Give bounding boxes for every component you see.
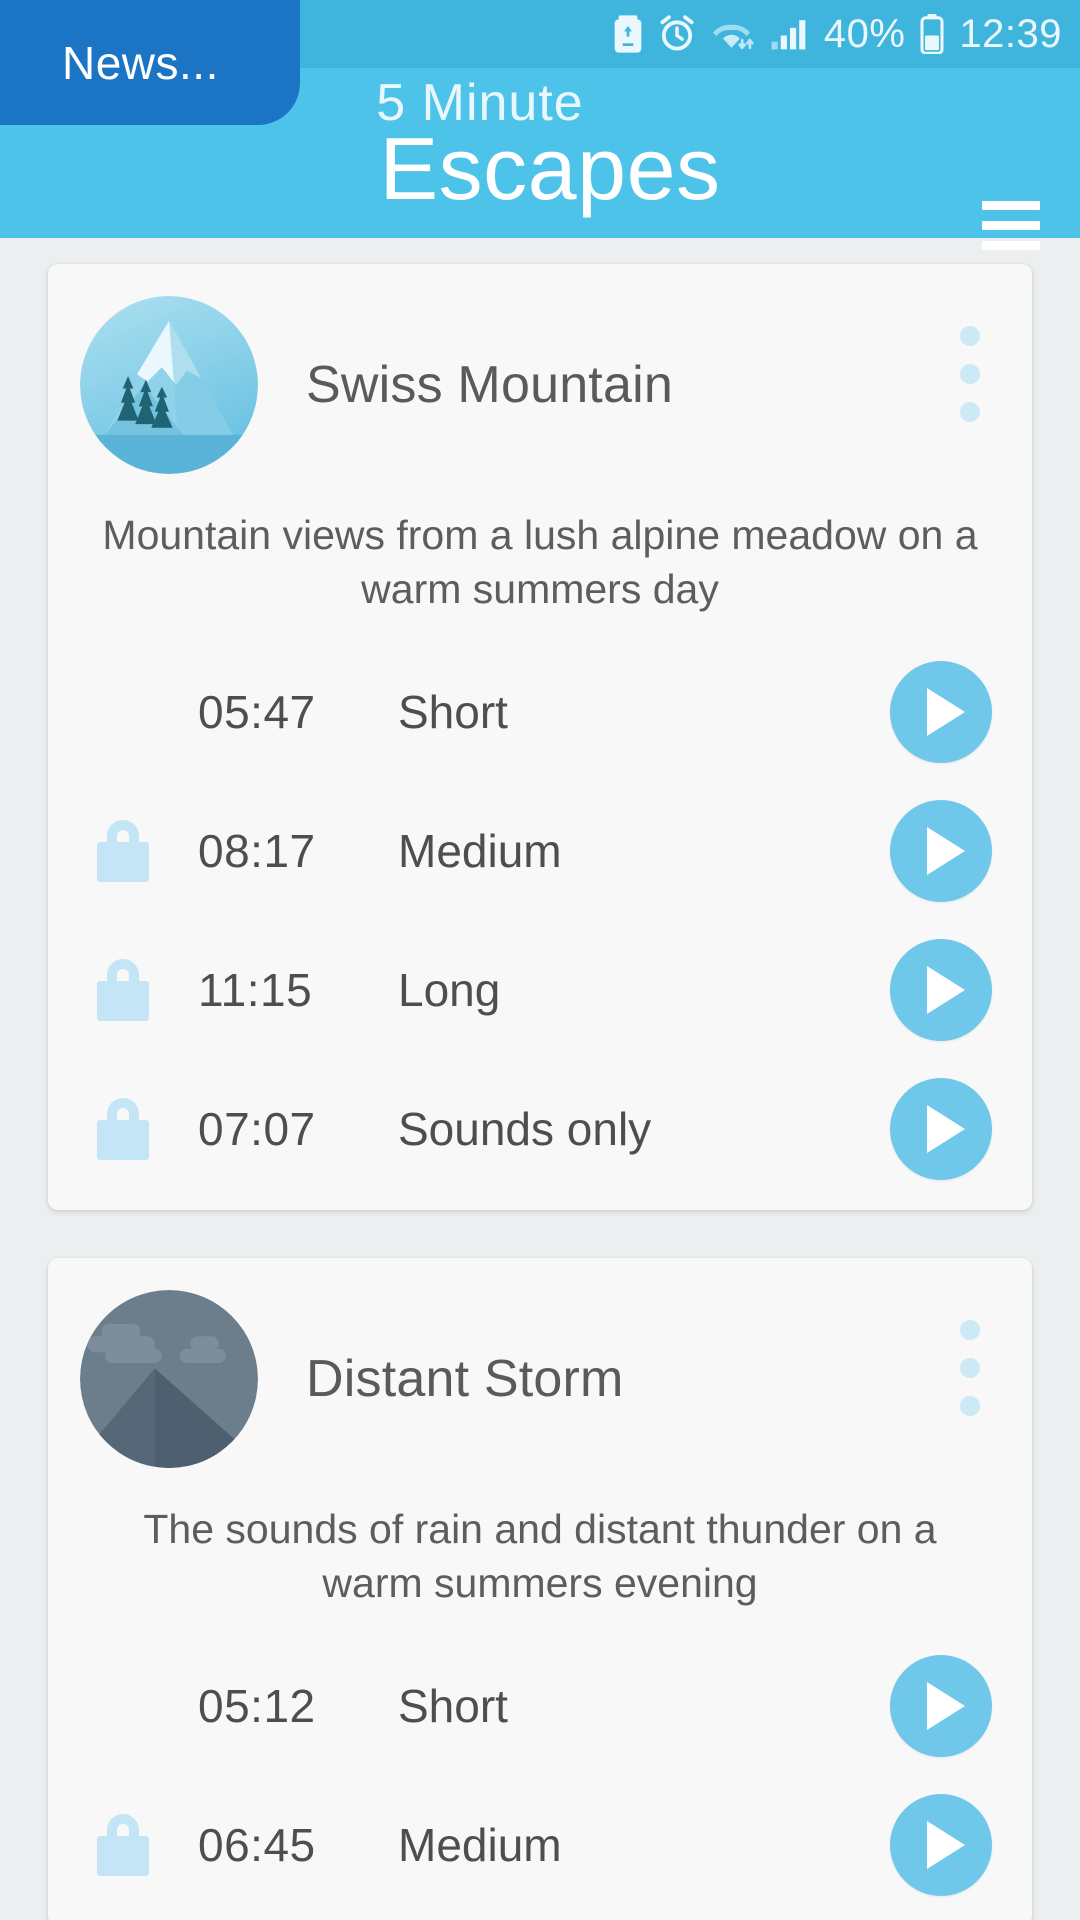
play-icon	[927, 826, 965, 875]
clock-label: 12:39	[959, 11, 1062, 56]
escape-card[interactable]: Distant Storm The sounds of rain and dis…	[48, 1258, 1032, 1920]
play-icon	[927, 1681, 965, 1730]
alarm-icon	[660, 15, 694, 51]
play-button[interactable]	[890, 799, 992, 902]
wifi-icon	[712, 24, 754, 50]
dot	[960, 1358, 980, 1379]
lock-slot	[48, 819, 198, 882]
app-title-line1: 5 Minute	[376, 74, 584, 132]
card-title: Swiss Mountain	[306, 356, 673, 414]
cellular-signal-icon	[771, 20, 806, 50]
dot	[960, 1320, 980, 1341]
card-title: Distant Storm	[306, 1350, 624, 1409]
battery-icon	[920, 14, 944, 54]
play-button[interactable]	[890, 660, 992, 763]
distant-storm-avatar	[80, 1290, 258, 1469]
track-label: Sounds only	[398, 1102, 652, 1155]
news-toast[interactable]: News...	[0, 0, 300, 125]
hamburger-bar	[982, 221, 1040, 230]
track-row[interactable]: 05:47 Short	[48, 642, 1032, 781]
track-row[interactable]: 11:15 Long	[48, 920, 1032, 1059]
track-duration: 06:45	[198, 1818, 316, 1871]
lock-icon	[97, 958, 149, 1021]
play-button[interactable]	[890, 1077, 992, 1180]
track-label: Medium	[398, 824, 562, 877]
dot	[960, 402, 980, 422]
lock-icon	[97, 1097, 149, 1160]
escape-list[interactable]: Swiss Mountain Mountain views from a lus…	[0, 238, 1080, 1920]
track-duration: 08:17	[198, 824, 316, 877]
track-row[interactable]: 07:07 Sounds only	[48, 1059, 1032, 1198]
dot	[960, 364, 980, 384]
lock-icon	[97, 1813, 149, 1876]
lock-icon	[97, 819, 149, 882]
dot	[960, 326, 980, 346]
lock-slot	[48, 1097, 198, 1160]
track-duration: 05:47	[198, 685, 316, 738]
escape-card[interactable]: Swiss Mountain Mountain views from a lus…	[48, 264, 1032, 1211]
track-label: Medium	[398, 1818, 562, 1871]
track-duration: 05:12	[198, 1679, 316, 1732]
overflow-menu-icon[interactable]	[950, 1310, 990, 1426]
lock-slot	[48, 1813, 198, 1876]
track-list: 05:47 Short 08:17 Medium 11:15 Long 07:0…	[48, 626, 1032, 1198]
news-toast-label: News...	[62, 36, 219, 89]
track-row[interactable]: 08:17 Medium	[48, 781, 1032, 920]
track-duration: 07:07	[198, 1102, 316, 1155]
card-header: Distant Storm	[48, 1258, 1032, 1478]
card-description: Mountain views from a lush alpine meadow…	[102, 512, 978, 613]
status-bar-icons: 40% 12:39	[612, 12, 1062, 57]
play-button[interactable]	[890, 1654, 992, 1757]
track-duration: 11:15	[198, 963, 313, 1016]
overflow-menu-icon[interactable]	[950, 316, 990, 432]
track-row[interactable]: 05:12 Short	[48, 1636, 1032, 1775]
play-button[interactable]	[890, 1793, 992, 1896]
card-header: Swiss Mountain	[48, 264, 1032, 484]
card-description: The sounds of rain and distant thunder o…	[143, 1506, 937, 1607]
play-icon	[927, 1820, 965, 1869]
app-title-line2: Escapes	[379, 118, 721, 218]
track-label: Long	[398, 963, 501, 1016]
track-row[interactable]: 06:45 Medium	[48, 1775, 1032, 1914]
hamburger-bar	[982, 201, 1040, 210]
play-button[interactable]	[890, 938, 992, 1041]
swiss-mountain-avatar	[80, 296, 258, 474]
play-icon	[927, 1104, 965, 1153]
play-icon	[927, 687, 965, 736]
lock-slot	[48, 958, 198, 1021]
track-label: Short	[398, 685, 508, 738]
dot	[960, 1396, 980, 1417]
play-icon	[927, 965, 965, 1014]
battery-percent-label: 40%	[823, 11, 906, 56]
battery-saver-icon	[614, 15, 642, 53]
track-label: Short	[398, 1679, 508, 1732]
track-list: 05:12 Short 06:45 Medium	[48, 1620, 1032, 1914]
